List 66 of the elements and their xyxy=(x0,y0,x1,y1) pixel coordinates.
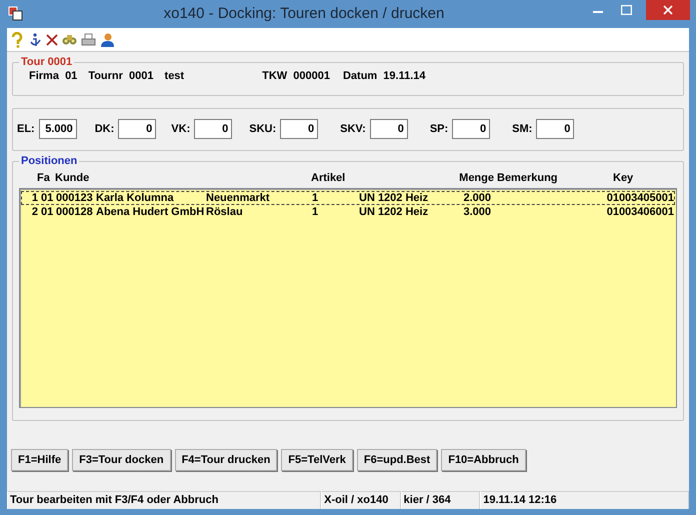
input-field[interactable]: 0 xyxy=(194,119,232,139)
field-label: Firma 01 xyxy=(29,70,78,83)
field-value: test xyxy=(164,70,184,83)
table-cell-text: Röslau xyxy=(206,206,244,218)
table-cell-text: 2.000 xyxy=(462,192,492,204)
binoculars-icon[interactable] xyxy=(62,32,77,46)
field-label: Tournr 0001 xyxy=(88,70,154,83)
input-field[interactable]: 5.000 xyxy=(38,119,77,139)
table-cell-text: Abena Hudert GmbH xyxy=(96,206,206,218)
table-cell-text: 000128 xyxy=(56,206,94,218)
field-label: SM: xyxy=(512,122,532,137)
input-field[interactable]: 0 xyxy=(536,119,574,139)
printer-icon[interactable] xyxy=(81,32,96,46)
table-cell-text: 01 xyxy=(40,192,54,204)
table-cell-text: UN 1202 Heiz xyxy=(359,192,430,204)
field-label: SKU: xyxy=(249,122,276,137)
column-header: Fa xyxy=(37,172,51,184)
field-label: EL: xyxy=(17,122,35,137)
table-cell-text: 2 xyxy=(30,206,38,218)
column-header: Menge xyxy=(458,172,494,184)
input-field[interactable]: 0 xyxy=(280,119,318,139)
field-label: Datum 19.11.14 xyxy=(342,70,426,83)
field-label: DK: xyxy=(94,122,114,137)
group-title: Positionen xyxy=(19,155,80,167)
field-label: VK: xyxy=(171,122,190,137)
status-text: 19.11.14 12:16 xyxy=(480,491,689,509)
table-cell-text: 3.000 xyxy=(462,206,492,218)
table-cell-text: 1 xyxy=(312,192,320,204)
table-row[interactable]: 2 01 000128 Abena Hudert GmbH Röslau 1 UN 1202 Heiz 3.000 01003406001 xyxy=(21,205,675,219)
input-field[interactable]: 0 xyxy=(452,119,490,139)
field-label: SP: xyxy=(430,122,448,137)
table-cell-text: Neuenmarkt xyxy=(206,192,271,204)
status-text: Tour bearbeiten mit F3/F4 oder Abbruch xyxy=(7,491,322,509)
field-label: SKV: xyxy=(340,122,366,137)
function-button[interactable]: F4=Tour drucken xyxy=(174,449,278,471)
table-cell-text: UN 1202 Heiz xyxy=(359,206,430,218)
column-header: Kunde xyxy=(55,172,90,184)
table-cell-text: 01 xyxy=(40,206,54,218)
table-cell-text: 01003405001 xyxy=(606,192,674,204)
table-cell-text: 1 xyxy=(312,206,320,218)
table-row[interactable]: 1 01 000123 Karla Kolumna Neuenmarkt 1 UN 1202 Heiz 2.000 01003405001 xyxy=(21,191,675,205)
status-text: kier / 364 xyxy=(400,491,480,509)
delete-icon[interactable] xyxy=(46,34,58,46)
function-button[interactable]: F6=upd.Best xyxy=(356,449,438,471)
window-title: xo140 - Docking: Touren docken / drucken xyxy=(162,4,446,24)
group-title: Tour 0001 xyxy=(19,56,74,68)
user-icon[interactable] xyxy=(100,32,115,47)
status-text: X-oil / xo140 xyxy=(321,491,401,509)
input-field[interactable]: 0 xyxy=(370,119,408,139)
maximize-icon[interactable] xyxy=(620,5,632,15)
close-button[interactable] xyxy=(646,0,690,20)
field-label: TKW 000001 xyxy=(262,70,330,83)
function-button[interactable]: F5=TelVerk xyxy=(281,449,353,471)
table-cell-text: Karla Kolumna xyxy=(96,192,175,204)
app-icon xyxy=(8,6,24,22)
close-icon[interactable] xyxy=(663,5,673,15)
function-button[interactable]: F3=Tour docken xyxy=(72,449,171,471)
column-header: Key xyxy=(612,172,634,184)
table-cell-text: 000123 xyxy=(56,192,94,204)
column-header: Bemerkung xyxy=(496,172,558,184)
table-cell-text: 1 xyxy=(30,192,38,204)
function-button[interactable]: F10=Abbruch xyxy=(441,449,526,471)
column-header: Artikel xyxy=(311,172,346,184)
input-field[interactable]: 0 xyxy=(118,119,156,139)
function-button[interactable]: F1=Hilfe xyxy=(11,449,68,471)
table-cell-text: 01003406001 xyxy=(606,206,674,218)
